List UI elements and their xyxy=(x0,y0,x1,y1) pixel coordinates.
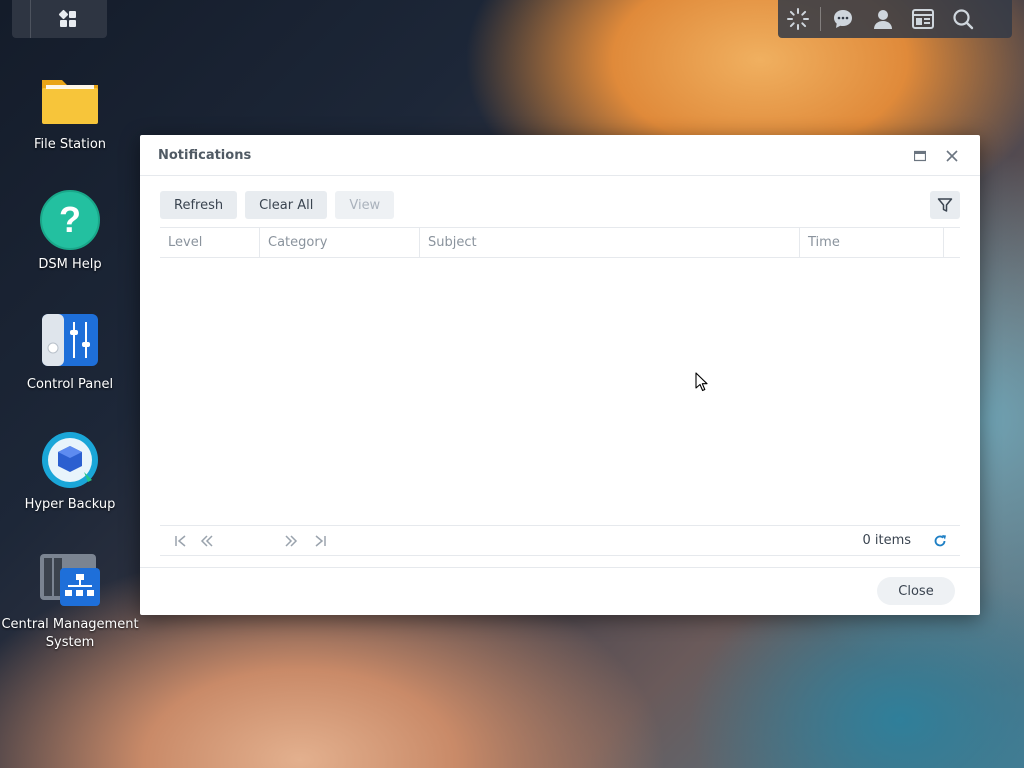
filter-icon xyxy=(937,198,953,212)
column-header-category[interactable]: Category xyxy=(260,228,420,257)
widgets-button[interactable] xyxy=(903,0,943,38)
clear-all-button[interactable]: Clear All xyxy=(245,191,328,219)
window-title: Notifications xyxy=(158,148,252,163)
notifications-chat-button[interactable] xyxy=(823,0,863,38)
desktop-icon-hyper-backup[interactable]: Hyper Backup xyxy=(0,428,140,514)
column-header-level[interactable]: Level xyxy=(160,228,260,257)
background-tasks-button[interactable] xyxy=(778,0,818,38)
close-button[interactable]: Close xyxy=(877,577,955,605)
last-page-button[interactable] xyxy=(310,531,330,551)
widgets-icon xyxy=(912,9,934,29)
previous-page-button[interactable] xyxy=(197,531,217,551)
maximize-icon xyxy=(914,150,926,162)
double-chevron-left-icon xyxy=(200,535,213,547)
notifications-window: Notifications Refresh Clear All View Lev… xyxy=(140,135,980,615)
last-page-icon xyxy=(315,535,326,547)
user-button[interactable] xyxy=(863,0,903,38)
first-page-icon xyxy=(175,535,186,547)
toolbar: Refresh Clear All View xyxy=(160,191,395,219)
taskbar-divider xyxy=(30,0,31,38)
hyper-backup-icon xyxy=(42,432,98,488)
refresh-button[interactable]: Refresh xyxy=(160,191,238,219)
loading-spinner-icon xyxy=(787,8,809,30)
control-panel-icon xyxy=(42,314,98,366)
help-icon: ? xyxy=(40,190,100,250)
table-header: Level Category Subject Time xyxy=(160,227,960,258)
desktop-icon-control-panel[interactable]: Control Panel xyxy=(0,308,140,394)
reload-button[interactable] xyxy=(930,531,950,551)
chat-icon xyxy=(834,10,852,28)
footer-divider xyxy=(140,567,980,568)
double-chevron-right-icon xyxy=(285,535,298,547)
desktop-icon-dsm-help[interactable]: ? DSM Help xyxy=(0,188,140,274)
next-page-button[interactable] xyxy=(281,531,301,551)
filter-button[interactable] xyxy=(930,191,960,219)
taskbar-left xyxy=(12,0,107,38)
desktop-icon-central-management-system[interactable]: Central Management System xyxy=(0,548,140,652)
desktop-icon-label: DSM Help xyxy=(38,257,102,272)
mouse-cursor-icon xyxy=(695,372,708,392)
pagination-bar: 0 items xyxy=(160,525,960,556)
search-icon xyxy=(953,9,974,30)
grid-icon xyxy=(58,9,76,27)
first-page-button[interactable] xyxy=(171,531,191,551)
desktop-icon-label: File Station xyxy=(33,137,107,152)
notifications-list xyxy=(160,257,960,525)
view-button[interactable]: View xyxy=(335,191,395,219)
desktop-icon-label: Central Management System xyxy=(1,617,139,650)
desktop-icon-label: Control Panel xyxy=(26,377,114,392)
title-divider xyxy=(140,175,980,176)
main-menu-button[interactable] xyxy=(49,0,87,38)
refresh-icon xyxy=(934,535,946,547)
search-button[interactable] xyxy=(943,0,983,38)
taskbar-right xyxy=(778,0,1012,38)
window-close-button[interactable] xyxy=(941,145,963,167)
taskbar-divider xyxy=(820,7,821,31)
folder-icon xyxy=(42,80,98,124)
close-icon xyxy=(946,150,958,162)
cms-icon xyxy=(40,554,100,606)
maximize-button[interactable] xyxy=(909,145,931,167)
item-count: 0 items xyxy=(862,533,911,548)
desktop-icon-label: Hyper Backup xyxy=(24,497,116,512)
svg-text:?: ? xyxy=(59,199,81,240)
user-icon xyxy=(874,10,892,29)
column-header-subject[interactable]: Subject xyxy=(420,228,800,257)
desktop-icon-file-station[interactable]: File Station xyxy=(0,68,140,154)
column-header-time[interactable]: Time xyxy=(800,228,944,257)
